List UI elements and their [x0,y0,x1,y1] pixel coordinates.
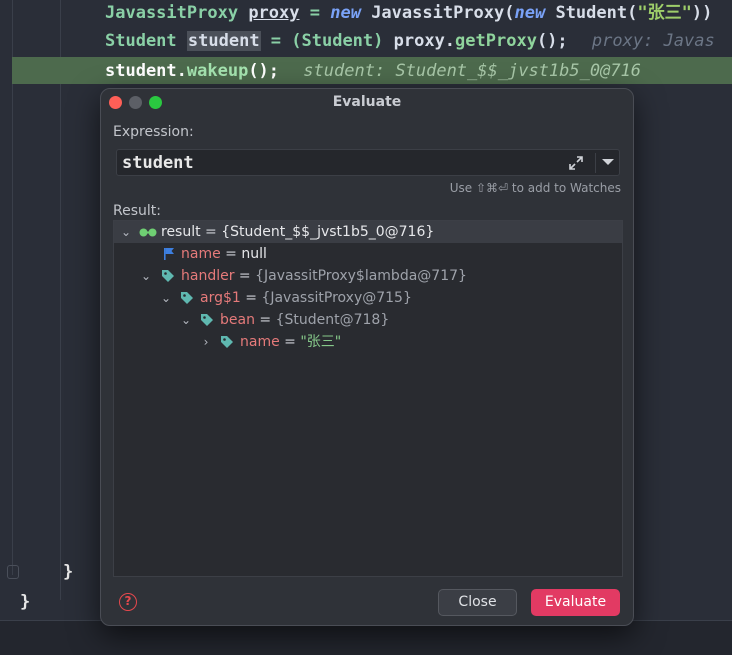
chevron-right-icon[interactable]: › [199,331,213,353]
tree-row-result[interactable]: ⌄ result = {Student_$$_jvst1b5_0@716} [114,221,622,243]
inline-value-hint: proxy: Javas [591,31,715,51]
tag-icon [162,270,174,282]
tree-row-handler[interactable]: ⌄ handler = {JavassitProxy$lambda@717} [114,265,622,287]
tag-icon [221,336,233,348]
expand-icon[interactable] [568,155,584,171]
fold-guide [12,0,13,575]
closing-brace: } [20,592,31,612]
code-line-2[interactable]: Student student = (Student) proxy.getPro… [105,28,715,54]
dialog-titlebar[interactable]: Evaluate [101,89,633,117]
chevron-down-icon[interactable]: ⌄ [179,309,193,331]
expression-label: Expression: [113,124,194,140]
chevron-down-icon[interactable]: ⌄ [119,221,133,243]
inline-value-hint: student: Student_$$_jvst1b5_0@716 [303,61,642,81]
expression-input[interactable] [122,152,552,174]
code-line-1[interactable]: JavassitProxy proxy = new JavassitProxy(… [105,0,712,26]
chevron-down-icon[interactable]: ⌄ [159,287,173,309]
tree-row-bean[interactable]: ⌄ bean = {Student@718} [114,309,622,331]
tag-icon [181,292,193,304]
tree-row-arg1[interactable]: ⌄ arg$1 = {JavassitProxy@715} [114,287,622,309]
closing-brace: } [63,562,74,582]
close-button[interactable]: Close [438,589,517,616]
tree-row-name[interactable]: name = null [114,243,622,265]
evaluate-dialog: Evaluate Expression: Use ⇧⌘⏎ to add to W… [100,88,634,626]
gutter-divider [60,0,61,600]
expression-divider [595,153,596,173]
help-icon[interactable]: ? [119,593,137,611]
chevron-down-icon[interactable]: ⌄ [139,265,153,287]
result-tree[interactable]: ⌄ result = {Student_$$_jvst1b5_0@716} na… [113,220,623,577]
code-line-3[interactable]: student.wakeup(); student: Student_$$_jv… [105,58,641,84]
result-label: Result: [113,203,161,219]
chevron-down-icon[interactable] [602,159,614,165]
dialog-title: Evaluate [332,94,402,110]
add-to-watches-hint: Use ⇧⌘⏎ to add to Watches [449,181,621,195]
expression-box [116,149,620,176]
glasses-icon [139,228,157,237]
flag-icon [164,248,174,260]
tag-icon [201,314,213,326]
evaluate-button[interactable]: Evaluate [531,589,620,616]
tree-row-bean-name[interactable]: › name = "张三" [114,331,622,353]
lock-icon [7,565,19,579]
